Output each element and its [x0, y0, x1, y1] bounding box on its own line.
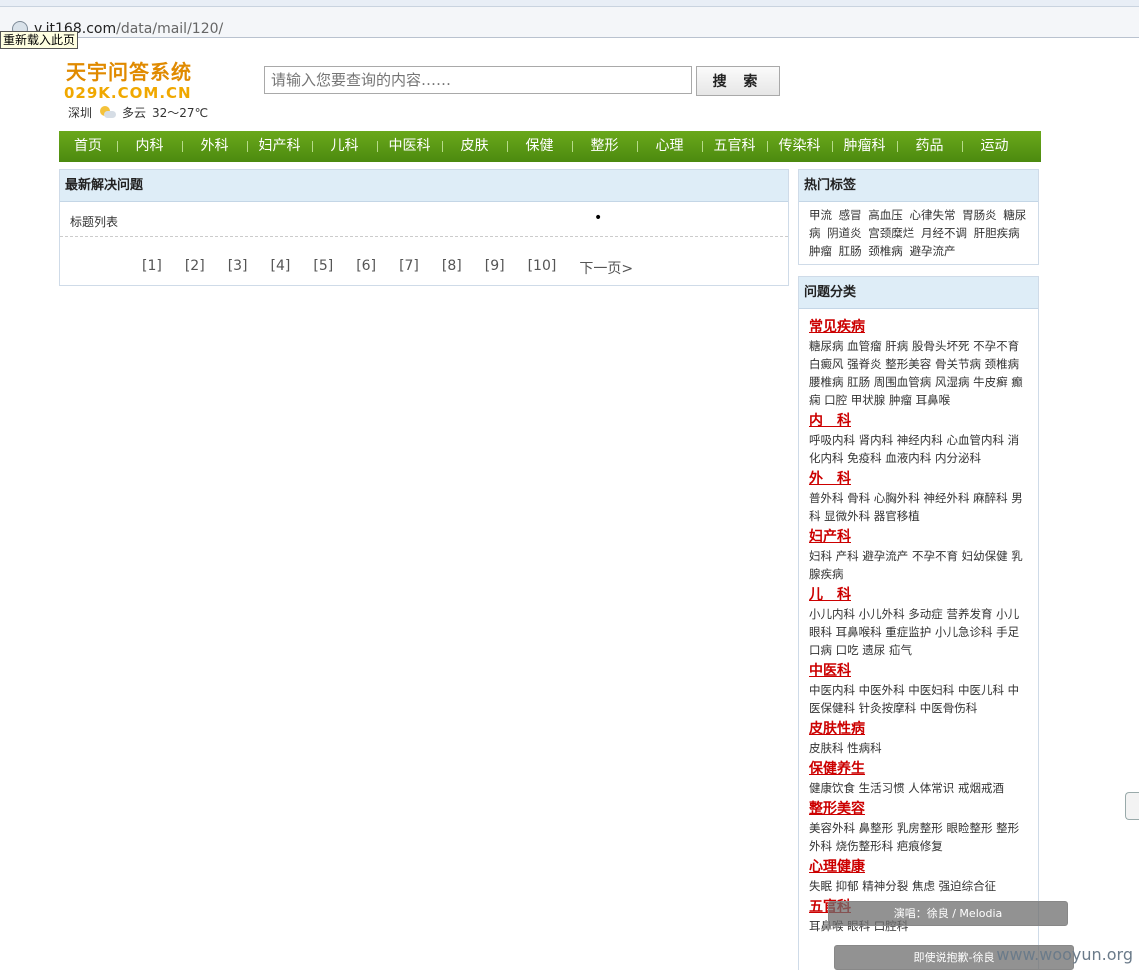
page-link[interactable]: [8] [442, 258, 462, 278]
nav-item[interactable]: 心理 [637, 131, 702, 162]
category-link[interactable]: 保健养生 [809, 759, 1030, 779]
pagination: [1] [2] [3] [4] [5] [6] [7] [8] [9] [10] 下一页> [142, 258, 633, 278]
category-group: 妇产科 妇科 产科 避孕流产 不孕不育 妇幼保健 乳腺疾病 [799, 527, 1038, 583]
category-link[interactable]: 儿 科 [809, 585, 1030, 605]
main-nav: 首页 内科 外科 妇产科 儿科 中医科 皮肤 保健 整形 心理 五官科 传染科 肿瘤科 药品 运动 [59, 131, 1041, 162]
nav-item[interactable]: 首页 [59, 131, 117, 162]
page-link[interactable]: [9] [485, 258, 505, 278]
subcategory-links[interactable]: 中医内科 中医外科 中医妇科 中医儿科 中医保健科 针灸按摩科 中医骨伤科 [809, 681, 1030, 717]
category-panel: 问题分类 常见疾病 糖尿病 血管瘤 肝病 股骨头坏死 不孕不育 白癜风 强脊炎 整… [798, 276, 1039, 970]
watermark: www.wooyun.org [996, 945, 1133, 964]
browser-tab-strip [0, 0, 1139, 7]
nav-item[interactable]: 保健 [507, 131, 572, 162]
nav-item[interactable]: 整形 [572, 131, 637, 162]
address-bar[interactable]: v.it168.com/data/mail/120/ [0, 7, 1139, 38]
nav-item[interactable]: 运动 [962, 131, 1027, 162]
subcategory-links[interactable]: 健康饮食 生活习惯 人体常识 戒烟戒酒 [809, 779, 1030, 797]
nav-item[interactable]: 外科 [182, 131, 247, 162]
partly-cloudy-icon [98, 105, 117, 120]
subcategory-links[interactable]: 美容外科 鼻整形 乳房整形 眼睑整形 整形外科 烧伤整形科 疤痕修复 [809, 819, 1030, 855]
music-notice-artist: 演唱：徐良 / Melodia [828, 901, 1068, 926]
weather-widget: 深圳 多云 32～27℃ [68, 104, 208, 121]
page-link[interactable]: [6] [356, 258, 376, 278]
latest-questions-panel: 最新解决问题 标题列表 • [1] [2] [3] [4] [5] [6] [7] [8] [9… [59, 169, 789, 286]
site-logo-text[interactable]: 天宇问答系统 [66, 56, 192, 85]
page-link[interactable]: [7] [399, 258, 419, 278]
category-link[interactable]: 中医科 [809, 661, 1030, 681]
category-link[interactable]: 皮肤性病 [809, 719, 1030, 739]
hot-tags-panel: 热门标签 甲流 感冒 高血压 心律失常 胃肠炎 糖尿病 阴道炎 宫颈糜烂 月经不… [798, 169, 1039, 265]
subcategory-links[interactable]: 普外科 骨科 心胸外科 神经外科 麻醉科 男科 显微外科 器官移植 [809, 489, 1030, 525]
category-link[interactable]: 外 科 [809, 469, 1030, 489]
reload-tooltip: 重新载入此页 [0, 31, 79, 49]
category-link[interactable]: 整形美容 [809, 799, 1030, 819]
search-button[interactable]: 搜 索 [696, 66, 780, 96]
category-group: 常见疾病 糖尿病 血管瘤 肝病 股骨头坏死 不孕不育 白癜风 强脊炎 整形美容 骨… [799, 317, 1038, 409]
category-title: 问题分类 [799, 277, 1038, 309]
category-group: 皮肤性病 皮肤科 性病科 [799, 719, 1038, 757]
page-link[interactable]: [4] [271, 258, 291, 278]
hot-tags-list[interactable]: 甲流 感冒 高血压 心律失常 胃肠炎 糖尿病 阴道炎 宫颈糜烂 月经不调 肝胆疾… [799, 202, 1038, 264]
nav-item[interactable]: 五官科 [702, 131, 767, 162]
nav-item[interactable]: 皮肤 [442, 131, 507, 162]
nav-item[interactable]: 传染科 [767, 131, 832, 162]
subcategory-links[interactable]: 皮肤科 性病科 [809, 739, 1030, 757]
category-group: 内 科呼吸内科 肾内科 神经内科 心血管内科 消化内科 免疫科 血液内科 内分泌… [799, 411, 1038, 467]
category-link[interactable]: 妇产科 [809, 527, 1030, 547]
nav-item[interactable]: 妇产科 [247, 131, 312, 162]
page-link[interactable]: [5] [313, 258, 333, 278]
nav-item[interactable]: 内科 [117, 131, 182, 162]
list-label: 标题列表 [70, 215, 119, 229]
site-logo-domain[interactable]: 029K.COM.CN [64, 84, 192, 102]
hot-tags-title: 热门标签 [799, 170, 1038, 202]
category-link[interactable]: 心理健康 [809, 857, 1030, 877]
category-group: 保健养生 健康饮食 生活习惯 人体常识 戒烟戒酒 [799, 759, 1038, 797]
weather-temp: 32～27℃ [152, 106, 209, 120]
category-group: 心理健康 失眠 抑郁 精神分裂 焦虑 强迫综合征 [799, 857, 1038, 895]
subcategory-links[interactable]: 妇科 产科 避孕流产 不孕不育 妇幼保健 乳腺疾病 [809, 547, 1030, 583]
side-share-button[interactable] [1125, 792, 1139, 820]
bullet-icon: • [594, 210, 603, 226]
subcategory-links[interactable]: 小儿内科 小儿外科 多动症 营养发育 小儿眼科 耳鼻喉科 重症监护 小儿急诊科 … [809, 605, 1030, 659]
search-input[interactable] [264, 66, 692, 94]
page-link[interactable]: [1] [142, 258, 162, 278]
page-link[interactable]: [2] [185, 258, 205, 278]
category-group: 儿 科小儿内科 小儿外科 多动症 营养发育 小儿眼科 耳鼻喉科 重症监护 小儿急… [799, 585, 1038, 659]
subcategory-links[interactable]: 失眠 抑郁 精神分裂 焦虑 强迫综合征 [809, 877, 1030, 895]
category-link[interactable]: 常见疾病 [809, 317, 1030, 337]
subcategory-links[interactable]: 呼吸内科 肾内科 神经内科 心血管内科 消化内科 免疫科 血液内科 内分泌科 [809, 431, 1030, 467]
category-group: 整形美容 美容外科 鼻整形 乳房整形 眼睑整形 整形外科 烧伤整形科 疤痕修复 [799, 799, 1038, 855]
nav-item[interactable]: 药品 [897, 131, 962, 162]
category-group: 外 科普外科 骨科 心胸外科 神经外科 麻醉科 男科 显微外科 器官移植 [799, 469, 1038, 525]
page-link[interactable]: [3] [228, 258, 248, 278]
nav-item[interactable]: 中医科 [377, 131, 442, 162]
category-group: 中医科 中医内科 中医外科 中医妇科 中医儿科 中医保健科 针灸按摩科 中医骨伤科 [799, 661, 1038, 717]
list-row: 标题列表 • [60, 202, 788, 237]
page-link[interactable]: [10] [528, 258, 557, 278]
weather-condition: 多云 [122, 106, 147, 120]
nav-item[interactable]: 肿瘤科 [832, 131, 897, 162]
next-page-link[interactable]: 下一页> [579, 258, 633, 278]
panel-title: 最新解决问题 [60, 170, 788, 202]
weather-city: 深圳 [68, 106, 93, 120]
category-link[interactable]: 内 科 [809, 411, 1030, 431]
nav-item[interactable]: 儿科 [312, 131, 377, 162]
subcategory-links[interactable]: 糖尿病 血管瘤 肝病 股骨头坏死 不孕不育 白癜风 强脊炎 整形美容 骨关节病 … [809, 337, 1030, 409]
